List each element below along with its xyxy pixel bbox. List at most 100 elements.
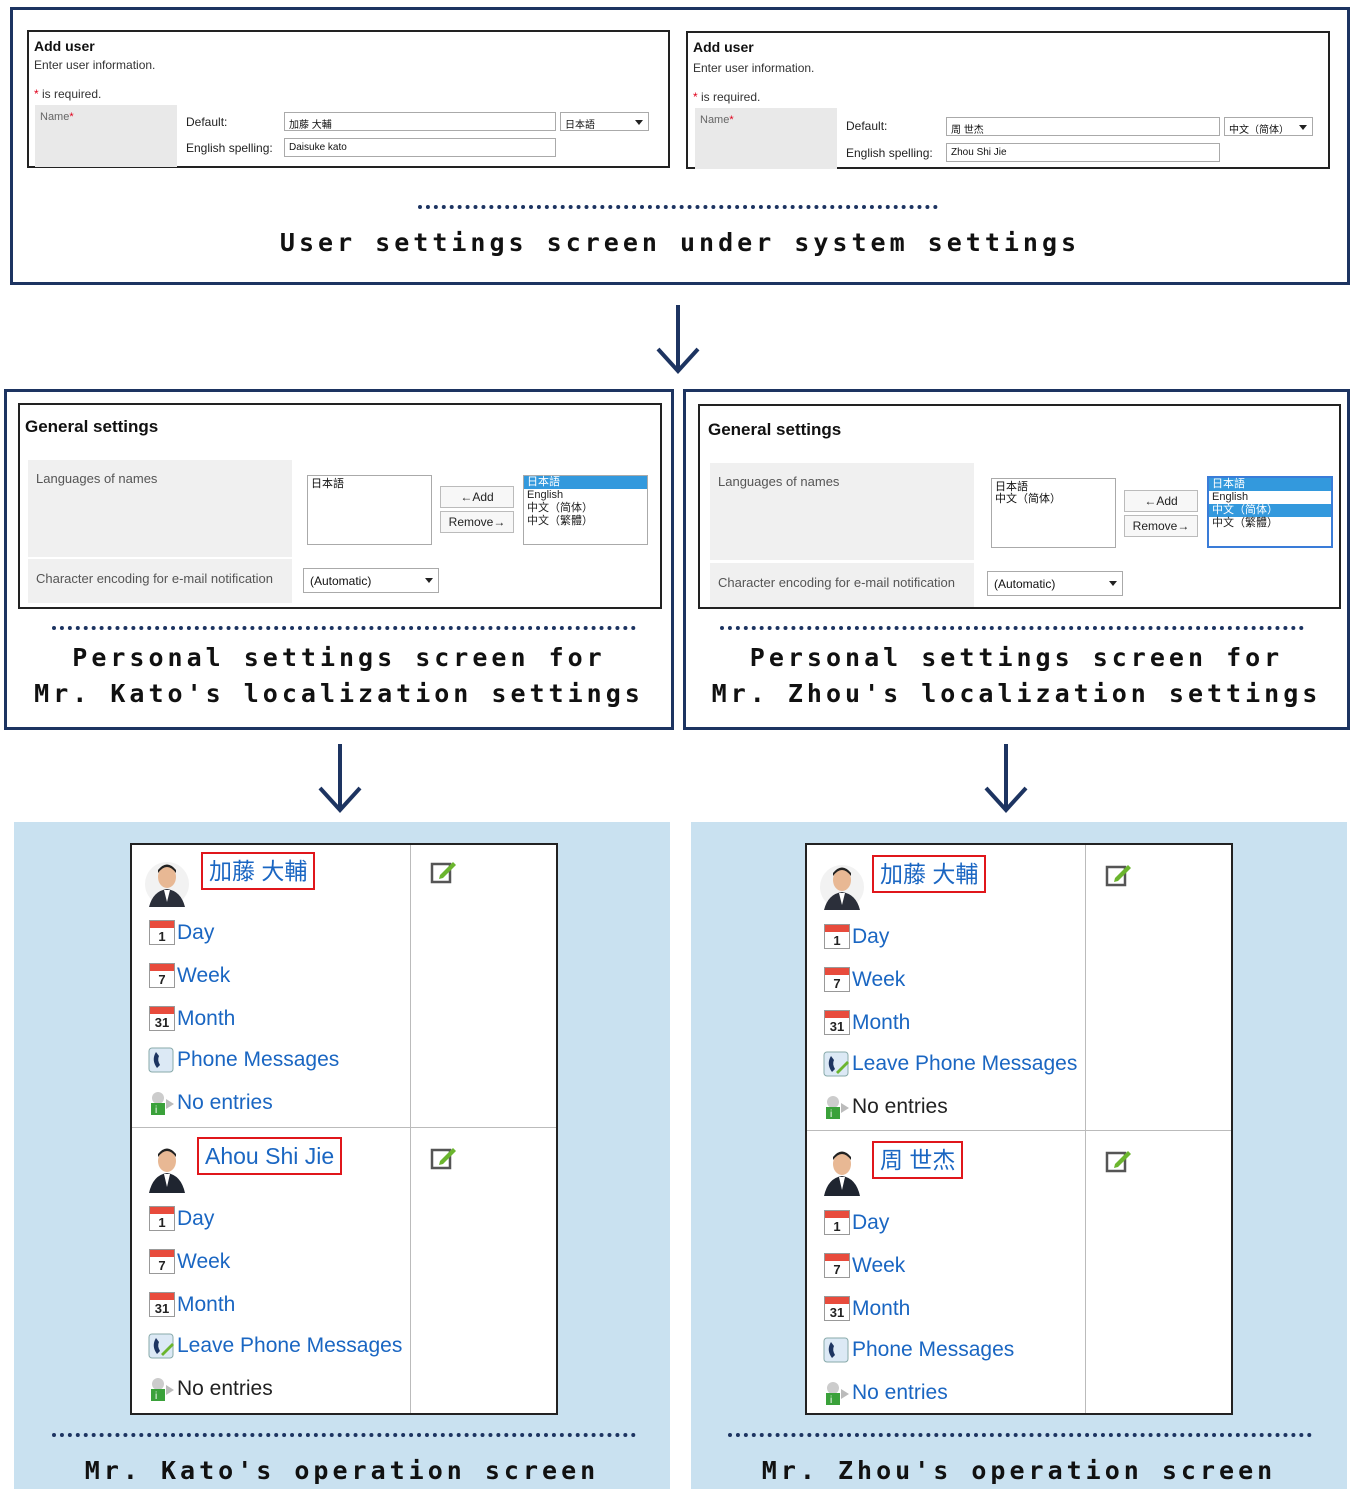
schedule-month-link[interactable]: 31 Month [147, 1291, 235, 1319]
presence-icon: i [822, 1093, 852, 1121]
list-item[interactable]: 中文（繁體） [1209, 517, 1331, 530]
english-spelling-label: English spelling: [186, 141, 273, 155]
schedule-week-link[interactable]: 7 Week [147, 1248, 230, 1276]
general-settings-panel-right: General settings Languages of names 日本語 … [698, 404, 1341, 609]
available-languages-list[interactable]: 日本語 English 中文（简体） 中文（繁體） [1207, 476, 1333, 548]
right-operation-caption: Mr. Zhou's operation screen [761, 1456, 1277, 1485]
presence-icon: i [147, 1089, 177, 1117]
left-operation-caption: Mr. Kato's operation screen [84, 1456, 600, 1485]
remove-button[interactable]: Remove→ [1124, 515, 1198, 537]
presence-link[interactable]: i No entries [147, 1089, 273, 1117]
calendar-day-icon: 1 [822, 1209, 852, 1237]
schedule-week-link[interactable]: 7 Week [822, 966, 905, 994]
user-avatar-icon [824, 1151, 860, 1196]
list-item[interactable]: 中文（简体） [995, 493, 1112, 505]
list-item[interactable]: 中文（简体） [524, 502, 647, 515]
phone-message-icon [822, 1050, 852, 1078]
selected-languages-list[interactable]: 日本語 [307, 475, 432, 545]
list-item[interactable]: 日本語 [995, 481, 1112, 493]
leave-phone-messages-link[interactable]: Leave Phone Messages [147, 1332, 402, 1360]
available-languages-list[interactable]: 日本語 English 中文（简体） 中文（繁體） [523, 475, 648, 545]
schedule-month-link[interactable]: 31 Month [147, 1005, 235, 1033]
svg-text:i: i [830, 1395, 832, 1406]
list-item[interactable]: 日本語 [1209, 478, 1331, 491]
list-item[interactable]: English [1209, 491, 1331, 504]
schedule-month-link[interactable]: 31 Month [822, 1295, 910, 1323]
list-item[interactable]: 日本語 [524, 476, 647, 489]
user-name-link[interactable]: 加藤 大輔 [201, 852, 316, 890]
schedule-week-link[interactable]: 7 Week [822, 1252, 905, 1280]
presence-icon: i [147, 1375, 177, 1403]
calendar-month-icon: 31 [147, 1005, 177, 1033]
chevron-down-icon [425, 578, 433, 583]
remove-button[interactable]: Remove→ [440, 511, 514, 533]
left-personal-caption-line2: Mr. Kato's localization settings [34, 679, 644, 708]
add-user-panel-right: Add user Enter user information. * is re… [686, 31, 1330, 169]
edit-icon[interactable] [429, 858, 457, 886]
user-name-link[interactable]: Ahou Shi Jie [197, 1137, 343, 1175]
divider [52, 626, 636, 630]
edit-icon[interactable] [429, 1144, 457, 1172]
encoding-select[interactable]: (Automatic) [303, 568, 439, 593]
schedule-day-link[interactable]: 1 Day [822, 1209, 889, 1237]
encoding-label: Character encoding for e-mail notificati… [36, 571, 274, 586]
list-item[interactable]: 中文（简体） [1209, 504, 1331, 517]
languages-label: Languages of names [36, 471, 158, 486]
user-avatar-icon [149, 1148, 185, 1193]
left-personal-caption-line1: Personal settings screen for [72, 643, 606, 672]
calendar-week-icon: 7 [147, 1248, 177, 1276]
presence-icon: i [822, 1379, 852, 1407]
required-note: * is required. [693, 90, 761, 104]
calendar-day-icon: 1 [147, 1205, 177, 1233]
svg-text:i: i [155, 1391, 157, 1402]
add-user-title: Add user [34, 38, 95, 54]
list-item[interactable]: 中文（繁體） [524, 515, 647, 528]
schedule-month-link[interactable]: 31 Month [822, 1009, 910, 1037]
name-label: Name [40, 111, 70, 123]
schedule-table-left: 加藤 大輔 1 Day 7 Week 31 Month Phone Messag… [130, 843, 558, 1415]
schedule-week-link[interactable]: 7 Week [147, 962, 230, 990]
calendar-month-icon: 31 [147, 1291, 177, 1319]
phone-message-icon [147, 1046, 177, 1074]
schedule-day-link[interactable]: 1 Day [147, 919, 214, 947]
english-spelling-label: English spelling: [846, 146, 933, 160]
add-button[interactable]: ←Add [1124, 490, 1198, 512]
calendar-day-icon: 1 [822, 923, 852, 951]
calendar-month-icon: 31 [822, 1295, 852, 1323]
down-arrow-icon [656, 305, 700, 374]
chevron-down-icon [1299, 125, 1307, 130]
presence-link[interactable]: i No entries [822, 1379, 948, 1407]
name-language-select[interactable]: 日本語 [560, 112, 649, 131]
list-item[interactable]: English [524, 489, 647, 502]
presence-status: i No entries [822, 1093, 948, 1121]
name-label-cell: Name* [695, 108, 837, 169]
encoding-select[interactable]: (Automatic) [987, 571, 1123, 596]
right-personal-caption-line1: Personal settings screen for [749, 643, 1284, 672]
leave-phone-messages-link[interactable]: Leave Phone Messages [822, 1050, 1077, 1078]
add-button[interactable]: ←Add [440, 486, 514, 508]
presence-status: i No entries [147, 1375, 273, 1403]
phone-messages-link[interactable]: Phone Messages [147, 1046, 339, 1074]
name-language-select[interactable]: 中文（简体） [1224, 117, 1313, 136]
list-item[interactable]: 日本語 [311, 478, 428, 490]
user-name-link[interactable]: 加藤 大輔 [872, 855, 987, 893]
schedule-day-link[interactable]: 1 Day [147, 1205, 214, 1233]
edit-icon[interactable] [1104, 1147, 1132, 1175]
schedule-day-link[interactable]: 1 Day [822, 923, 889, 951]
calendar-month-icon: 31 [822, 1009, 852, 1037]
edit-icon[interactable] [1104, 861, 1132, 889]
down-arrow-icon [984, 744, 1028, 813]
english-spelling-input[interactable]: Zhou Shi Jie [946, 143, 1220, 162]
english-spelling-input[interactable]: Daisuke kato [284, 138, 556, 157]
user-name-link[interactable]: 周 世杰 [872, 1141, 964, 1179]
required-note: * is required. [34, 87, 102, 101]
default-name-input[interactable]: 加藤 大輔 [284, 112, 556, 131]
svg-text:i: i [155, 1105, 157, 1116]
selected-languages-list[interactable]: 日本語 中文（简体） [991, 478, 1116, 548]
svg-text:i: i [830, 1109, 832, 1120]
calendar-week-icon: 7 [822, 1252, 852, 1280]
right-personal-caption-line2: Mr. Zhou's localization settings [711, 679, 1322, 708]
add-user-subtitle: Enter user information. [34, 58, 156, 72]
phone-messages-link[interactable]: Phone Messages [822, 1336, 1014, 1364]
default-name-input[interactable]: 周 世杰 [946, 117, 1220, 136]
